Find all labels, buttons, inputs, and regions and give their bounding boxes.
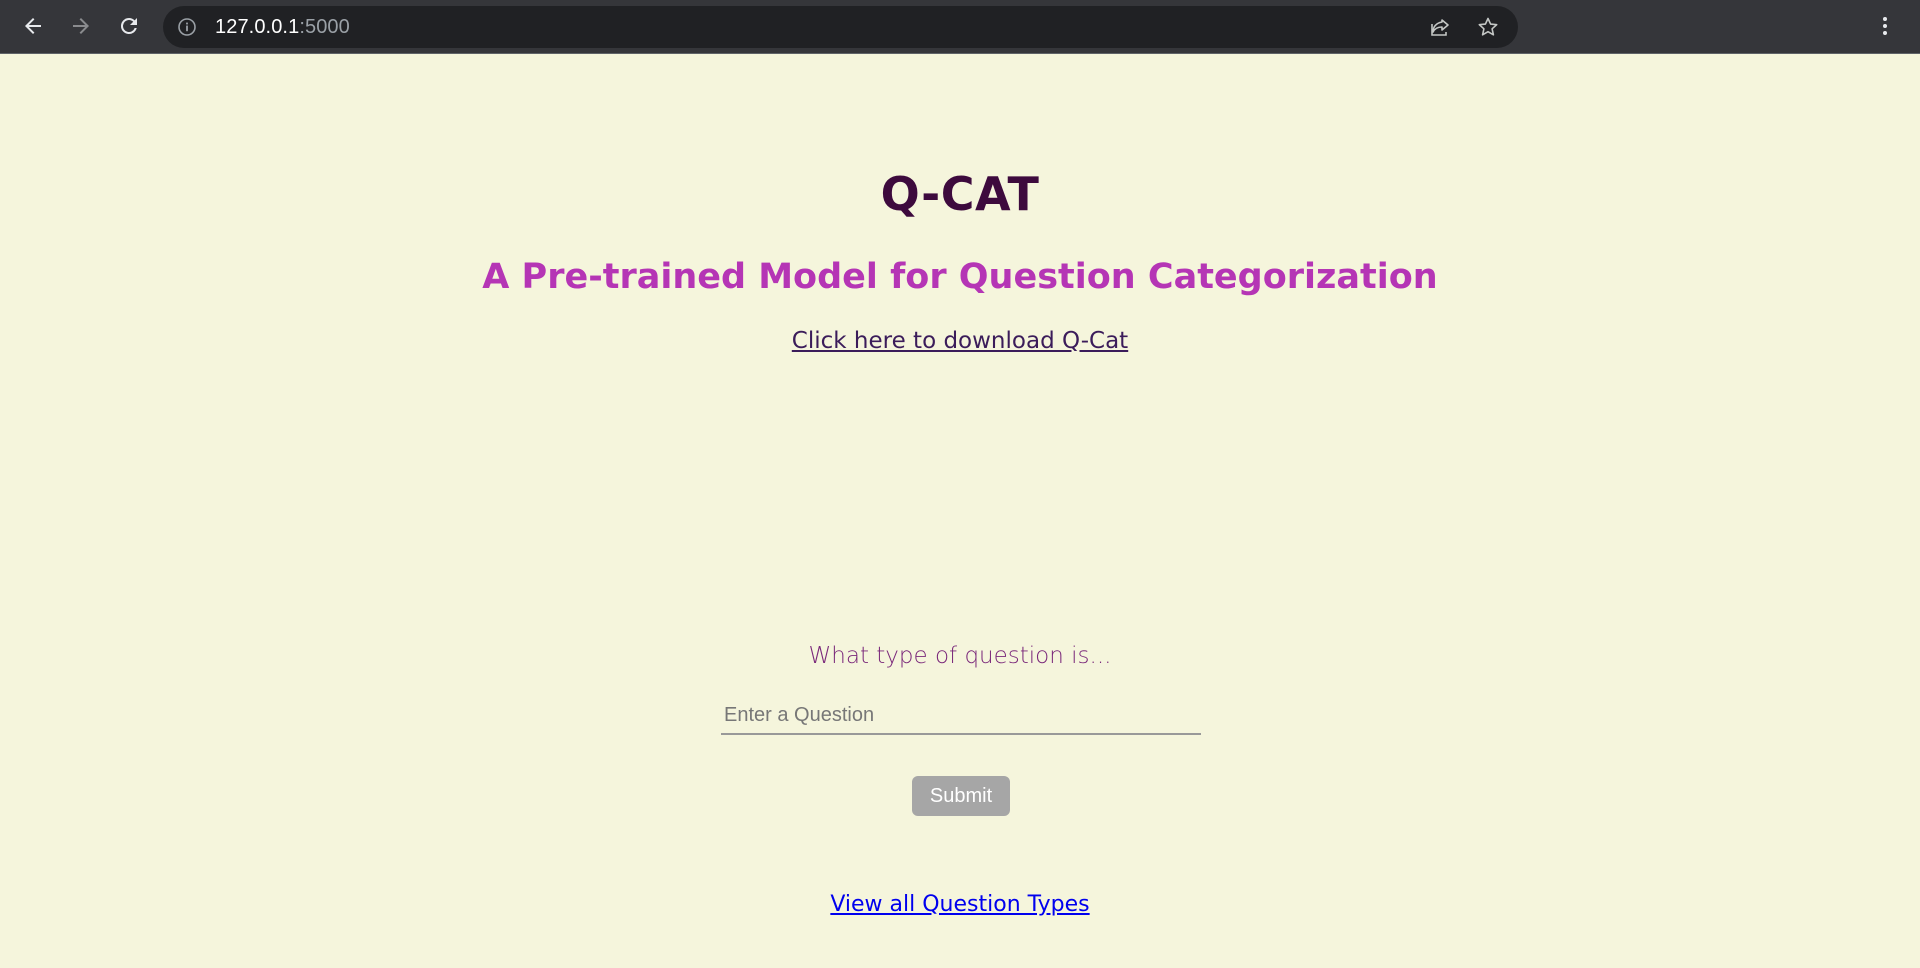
- page-title: Q-CAT: [880, 167, 1040, 221]
- page-subtitle: A Pre-trained Model for Question Categor…: [482, 257, 1438, 297]
- browser-toolbar: 127.0.0.1:5000: [0, 0, 1920, 54]
- page-content: Q-CAT A Pre-trained Model for Question C…: [0, 54, 1920, 968]
- question-input[interactable]: [721, 697, 1201, 735]
- submit-button[interactable]: Submit: [912, 776, 1010, 816]
- reload-icon: [120, 17, 137, 34]
- address-bar[interactable]: 127.0.0.1:5000: [163, 6, 1518, 48]
- url-host: 127.0.0.1: [215, 16, 300, 38]
- question-prompt-label: What type of question is...: [808, 643, 1112, 669]
- star-icon[interactable]: [1476, 15, 1500, 39]
- download-link[interactable]: Click here to download Q-Cat: [0, 328, 1920, 354]
- back-button[interactable]: [15, 8, 51, 44]
- url-text[interactable]: 127.0.0.1:5000: [215, 6, 350, 48]
- forward-button[interactable]: [63, 8, 99, 44]
- share-icon[interactable]: [1428, 15, 1452, 39]
- info-icon[interactable]: [177, 17, 197, 37]
- back-arrow-icon: [25, 18, 41, 34]
- reload-button[interactable]: [111, 8, 147, 44]
- kebab-menu-icon[interactable]: [1873, 14, 1897, 38]
- url-port: :5000: [299, 16, 350, 38]
- forward-arrow-icon: [73, 18, 89, 34]
- view-question-types-link[interactable]: View all Question Types: [0, 892, 1920, 917]
